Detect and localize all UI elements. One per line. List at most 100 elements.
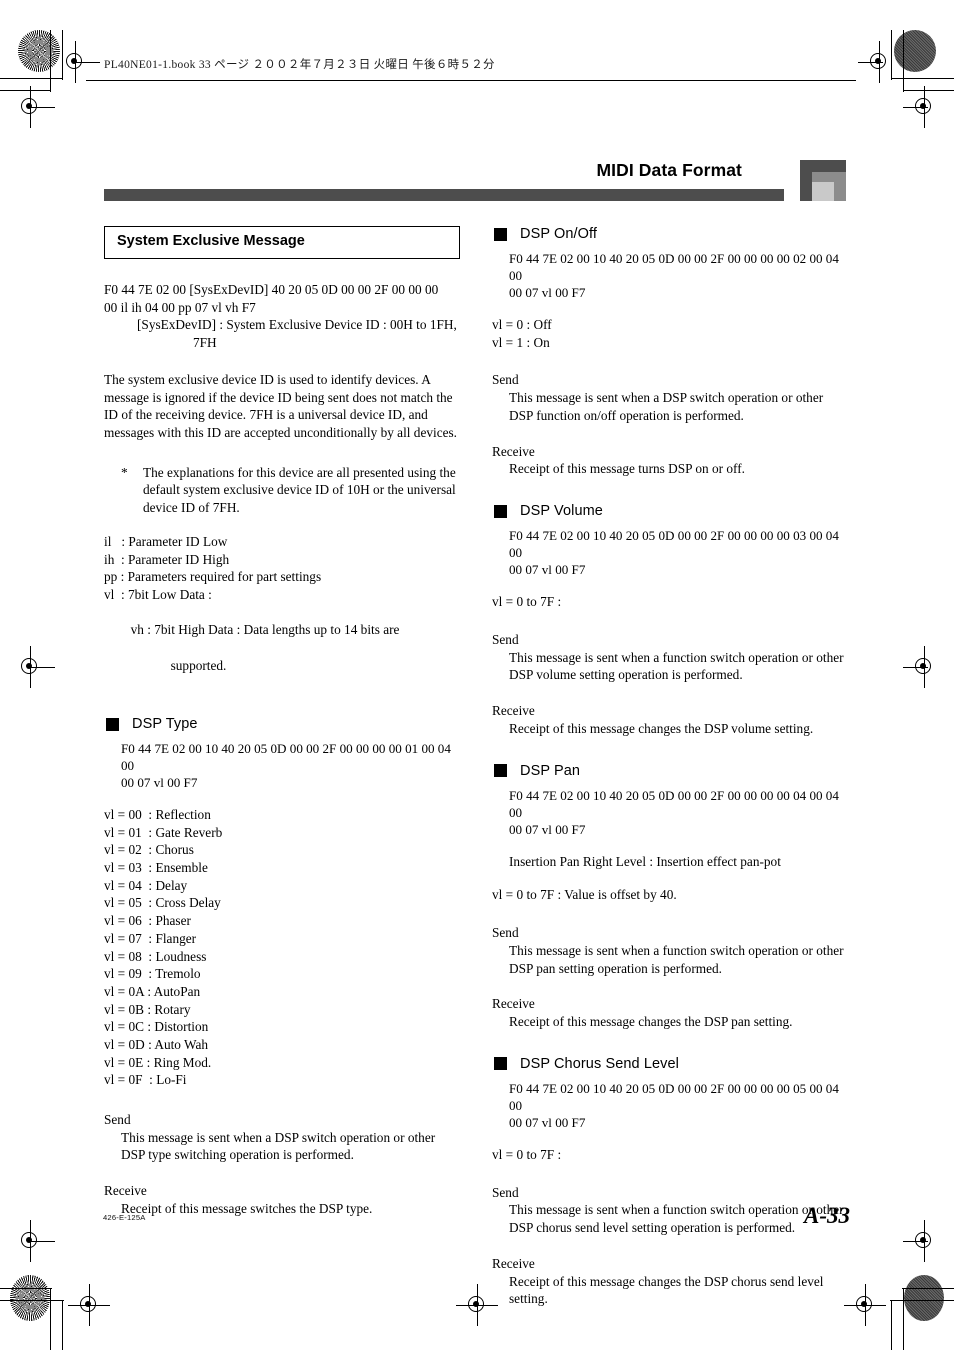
send-text: This message is sent when a function swi… xyxy=(509,649,844,683)
device-id-note: * The explanations for this device are a… xyxy=(121,464,460,517)
list-item: vl = 0A : AutoPan xyxy=(104,983,201,999)
send-text: This message is sent when a function swi… xyxy=(509,1202,844,1236)
footer-document-code: 426-E-125A xyxy=(103,1213,146,1222)
send-text: This message is sent when a DSP switch o… xyxy=(509,390,824,423)
running-head-rule xyxy=(104,189,784,201)
dsp-chorus-receive-block: Receive Receipt of this message changes … xyxy=(492,1255,848,1308)
density-target-bottom-right xyxy=(904,1275,944,1321)
list-item: vl = 0 to 7F : xyxy=(492,594,562,610)
list-item: vl = 0B : Rotary xyxy=(104,1001,191,1017)
crop-mark-bottom-left-h2 xyxy=(0,1300,64,1302)
param-def-vh-main: vh : 7bit High Data : Data lengths up to… xyxy=(130,622,400,638)
send-label: Send xyxy=(492,1184,519,1200)
density-target-bottom-left xyxy=(10,1275,50,1321)
running-head: MIDI Data Format xyxy=(104,160,846,206)
dsp-type-receive-block: Receive Receipt of this message switches… xyxy=(104,1182,460,1217)
sysex-hex-line2: 00 il ih 04 00 pp 07 vl vh F7 xyxy=(104,299,256,315)
param-def-vl: vl : 7bit Low Data : xyxy=(104,587,212,603)
heading-dsp-type: DSP Type xyxy=(106,716,460,732)
manual-page: PL40NE01-1.book 33 ページ ２００２年７月２３日 火曜日 午後… xyxy=(0,0,954,1351)
list-item: vl = 07 : Flanger xyxy=(104,930,197,946)
dsp-volume-send-block: Send This message is sent when a functio… xyxy=(492,631,848,684)
list-item: vl = 01 : Gate Reverb xyxy=(104,824,223,840)
receive-label: Receive xyxy=(492,443,535,459)
list-item: vl = 02 : Chorus xyxy=(104,842,194,858)
receive-label: Receive xyxy=(492,1255,535,1271)
dsp-chorus-send-level-hex-block: F0 44 7E 02 00 10 40 20 05 0D 00 00 2F 0… xyxy=(509,1080,848,1131)
crop-mark-bottom-right-v1 xyxy=(902,1288,904,1350)
right-column: DSP On/Off F0 44 7E 02 00 10 40 20 05 0D… xyxy=(492,226,848,1308)
list-item: vl = 1 : On xyxy=(492,334,550,350)
dsp-type-hex-block: F0 44 7E 02 00 10 40 20 05 0D 00 00 2F 0… xyxy=(121,740,460,791)
registration-mark-bottom-left xyxy=(68,1284,110,1326)
sysex-hex-line1: F0 44 7E 02 00 [SysExDevID] 40 20 05 0D … xyxy=(104,281,439,297)
left-column: System Exclusive Message F0 44 7E 02 00 … xyxy=(104,226,460,1218)
list-item: vl = 09 : Tremolo xyxy=(104,966,201,982)
list-item: vl = 0 to 7F : xyxy=(492,1146,562,1162)
list-item: vl = 04 : Delay xyxy=(104,877,188,893)
dsp-pan-send-block: Send This message is sent when a functio… xyxy=(492,924,848,977)
param-def-ih: ih : Parameter ID High xyxy=(104,551,230,567)
slug-underline xyxy=(86,80,856,81)
receive-label: Receive xyxy=(492,996,535,1012)
dsp-volume-hex-block: F0 44 7E 02 00 10 40 20 05 0D 00 00 2F 0… xyxy=(509,527,848,578)
send-label: Send xyxy=(492,372,519,388)
dsp-pan-value-list: vl = 0 to 7F : Value is offset by 40. xyxy=(492,886,848,904)
dsp-pan-receive-block: Receive Receipt of this message changes … xyxy=(492,995,848,1030)
receive-text: Receipt of this message turns DSP on or … xyxy=(509,461,745,477)
square-bullet-icon xyxy=(494,504,507,518)
param-def-vh-cont: supported. xyxy=(170,657,227,673)
list-item: vl = 00 : Reflection xyxy=(104,807,211,823)
dsp-on-off-send-block: Send This message is sent when a DSP swi… xyxy=(492,371,848,424)
list-item: vl = 05 : Cross Delay xyxy=(104,895,221,911)
crop-mark-bottom-left-v1 xyxy=(50,1288,52,1350)
square-bullet-icon xyxy=(494,764,507,778)
dsp-on-off-hex-block: F0 44 7E 02 00 10 40 20 05 0D 00 00 2F 0… xyxy=(509,250,848,301)
receive-text: Receipt of this message changes the DSP … xyxy=(509,1014,793,1030)
dsp-pan-insertion-note: Insertion Pan Right Level : Insertion ef… xyxy=(509,853,781,869)
parameter-definitions-list: il : Parameter ID Low ih : Parameter ID … xyxy=(104,533,460,692)
send-label: Send xyxy=(492,631,519,647)
receive-label: Receive xyxy=(104,1183,147,1199)
dsp-on-off-hex-line2: 00 07 vl 00 F7 xyxy=(509,285,586,301)
dsp-chorus-hex-line1: F0 44 7E 02 00 10 40 20 05 0D 00 00 2F 0… xyxy=(509,1080,839,1113)
dsp-type-value-list: vl = 00 : Reflection vl = 01 : Gate Reve… xyxy=(104,806,460,1089)
note-asterisk: * xyxy=(121,464,128,480)
dsp-volume-hex-line2: 00 07 vl 00 F7 xyxy=(509,562,586,578)
heading-dsp-type-label: DSP Type xyxy=(132,716,198,733)
square-bullet-icon xyxy=(494,227,507,241)
crop-mark-top-right-h1 xyxy=(892,78,954,80)
dsp-volume-hex-line1: F0 44 7E 02 00 10 40 20 05 0D 00 00 2F 0… xyxy=(509,528,839,561)
list-item: vl = 0D : Auto Wah xyxy=(104,1036,209,1052)
param-def-il: il : Parameter ID Low xyxy=(104,534,228,550)
dsp-on-off-value-list: vl = 0 : Off vl = 1 : On xyxy=(492,316,848,351)
sysex-description: The system exclusive device ID is used t… xyxy=(104,371,457,440)
registration-mark-left-middle xyxy=(13,646,55,688)
dsp-type-hex-line2: 00 07 vl 00 F7 xyxy=(121,775,198,791)
heading-dsp-pan-label: DSP Pan xyxy=(520,762,581,779)
dsp-pan-hex-block: F0 44 7E 02 00 10 40 20 05 0D 00 00 2F 0… xyxy=(509,787,848,838)
heading-dsp-pan: DSP Pan xyxy=(494,763,848,779)
param-def-pp: pp : Parameters required for part settin… xyxy=(104,569,322,585)
crop-mark-top-left-v1 xyxy=(50,30,52,92)
heading-dsp-volume-label: DSP Volume xyxy=(520,503,603,520)
registration-mark-bottom-right xyxy=(844,1284,886,1326)
registration-mark-right-upper xyxy=(903,86,941,128)
note-body: The explanations for this device are all… xyxy=(143,464,456,516)
crop-mark-top-left-v2 xyxy=(62,30,64,80)
send-label: Send xyxy=(492,925,519,941)
registration-mark-right-middle xyxy=(903,646,941,688)
list-item: vl = 0E : Ring Mod. xyxy=(104,1054,212,1070)
density-target-top-right xyxy=(894,30,936,72)
list-item: vl = 08 : Loudness xyxy=(104,948,207,964)
list-item: vl = 0F : Lo-Fi xyxy=(104,1072,187,1088)
dsp-volume-value-list: vl = 0 to 7F : xyxy=(492,593,848,611)
dsp-chorus-send-level-value-list: vl = 0 to 7F : xyxy=(492,1146,848,1164)
dsp-pan-hex-line1: F0 44 7E 02 00 10 40 20 05 0D 00 00 2F 0… xyxy=(509,787,839,820)
sysexdevid-line2: 7FH xyxy=(193,335,217,351)
crop-mark-bottom-right-h2 xyxy=(890,1300,954,1302)
registration-mark-right-lower xyxy=(903,1220,941,1262)
list-item: vl = 0 : Off xyxy=(492,317,552,333)
crop-mark-top-right-v1 xyxy=(902,30,904,92)
send-label: Send xyxy=(104,1111,131,1127)
